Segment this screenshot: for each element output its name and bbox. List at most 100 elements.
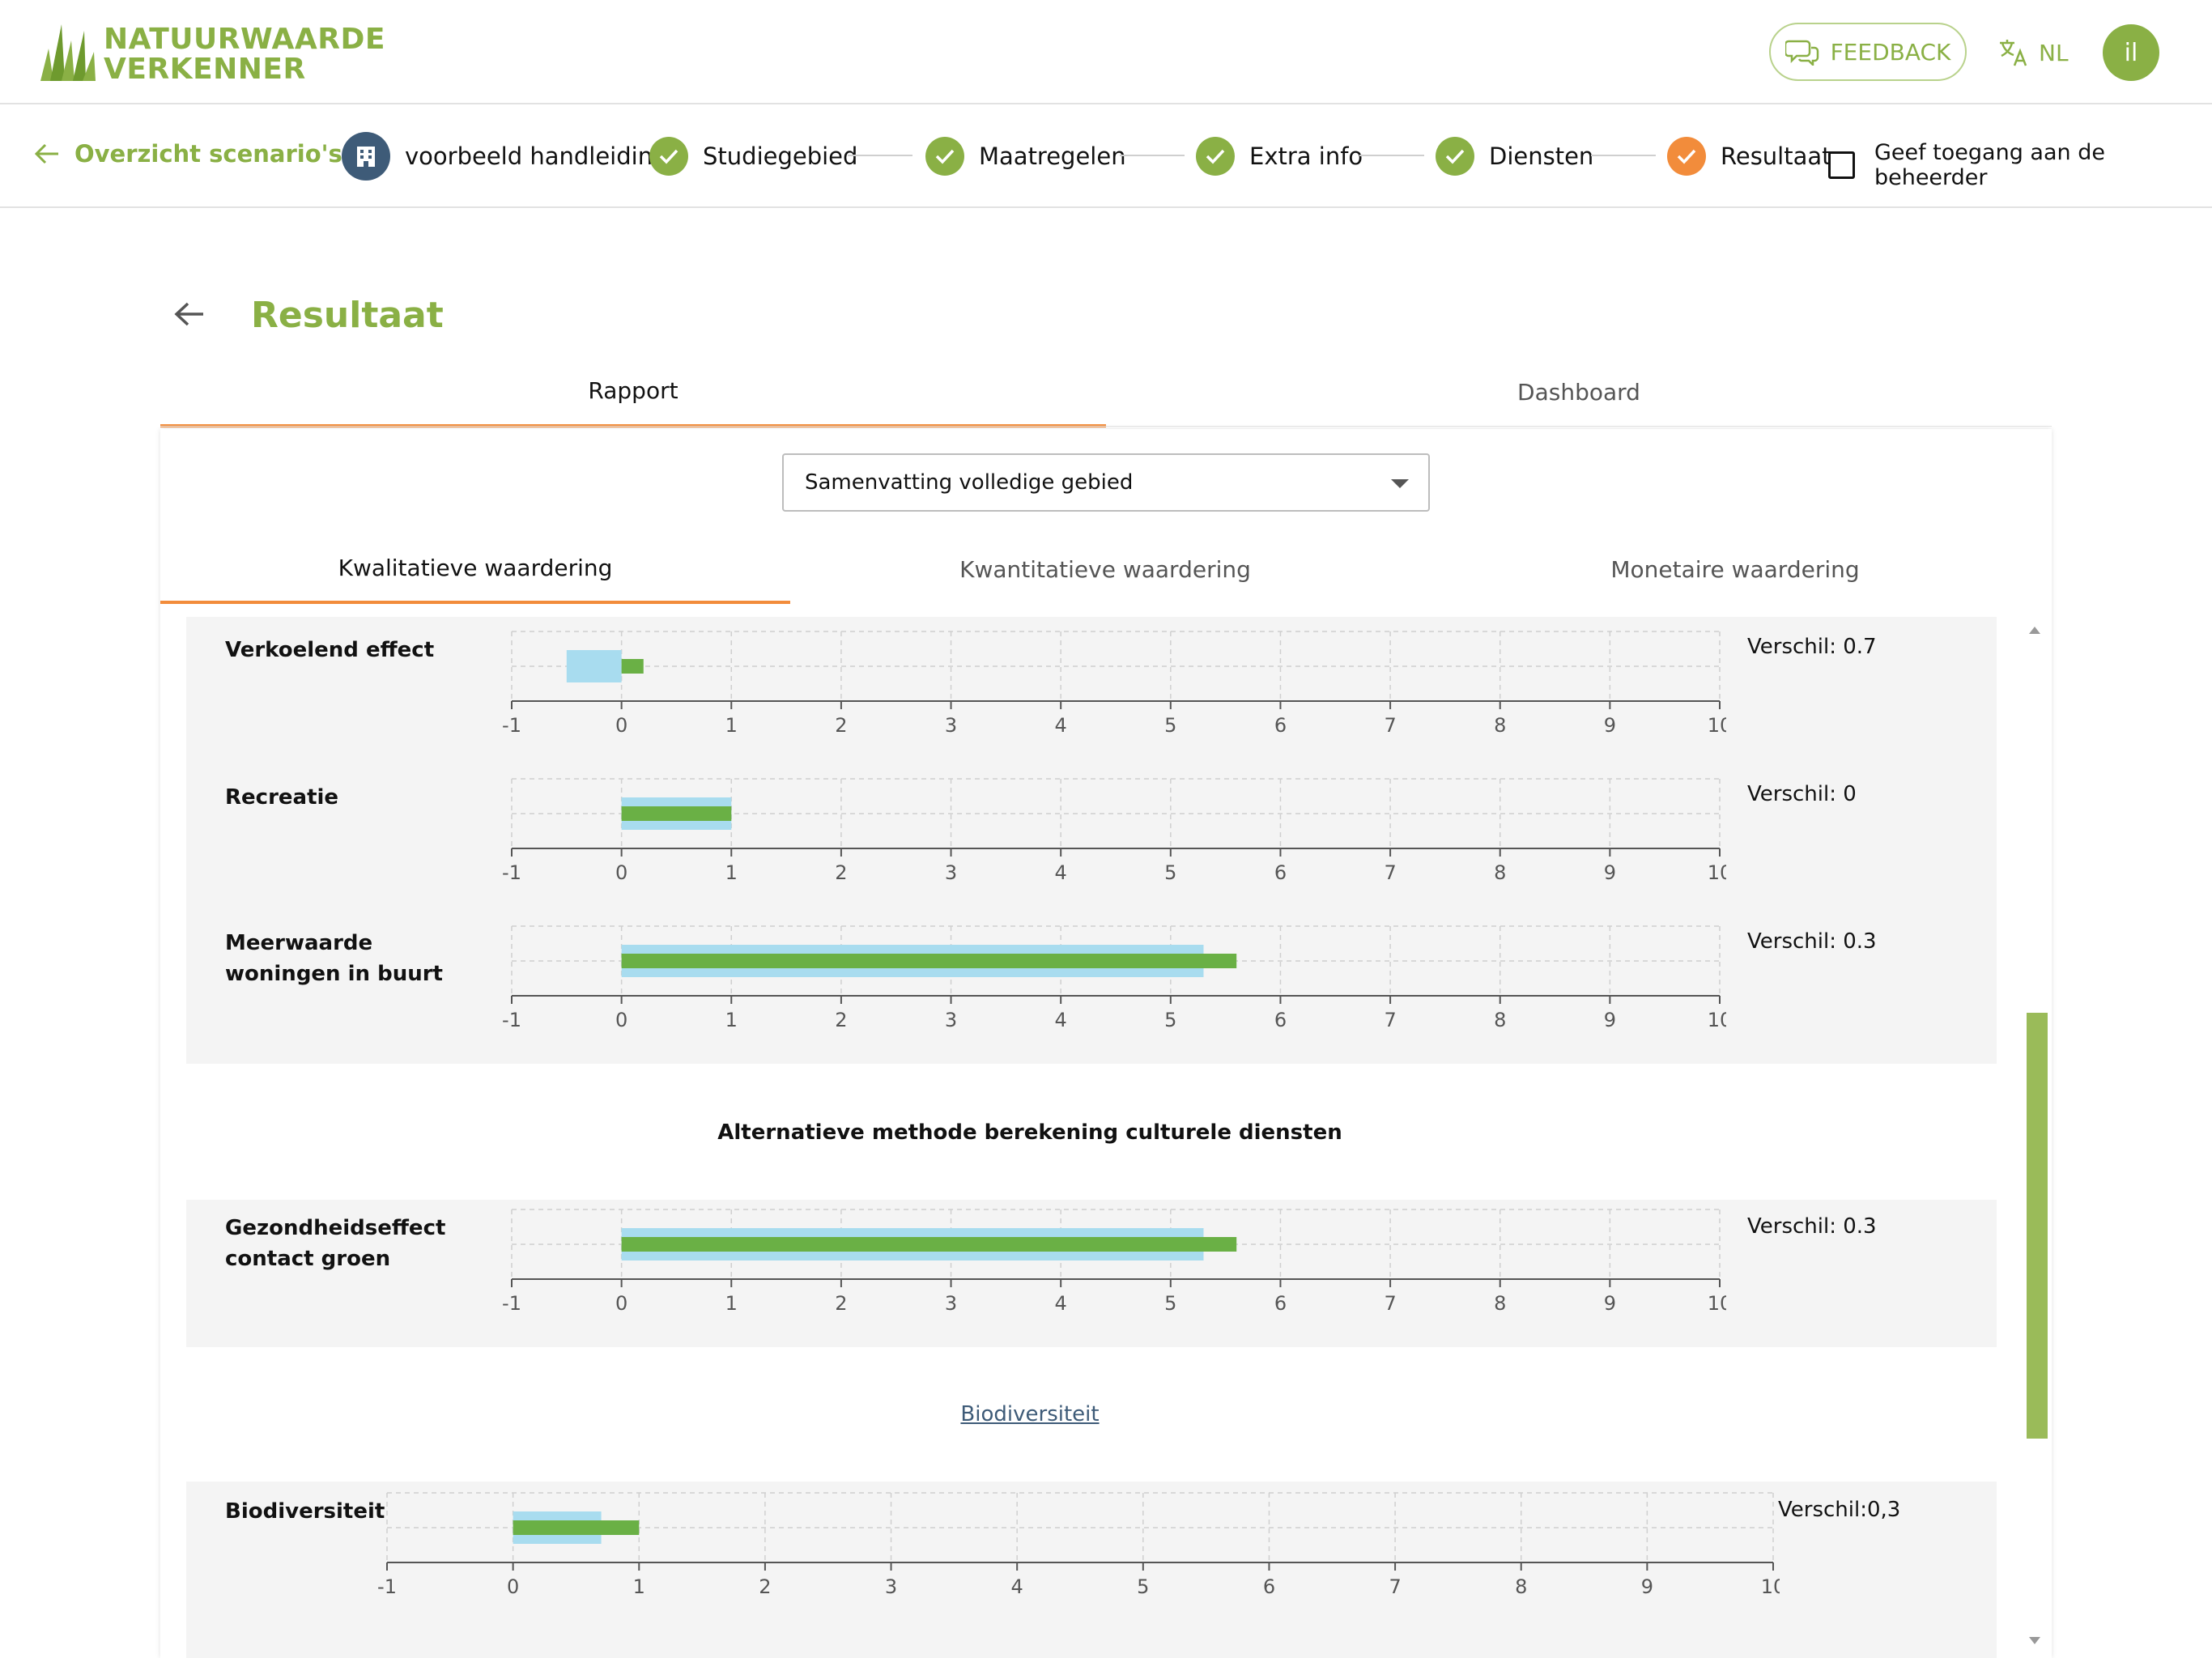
page-title: Resultaat — [251, 295, 444, 336]
chart-group-health: Gezondheidseffect contact groen -1 0 1 2 3 4 5… — [186, 1200, 1997, 1347]
tick-label: 7 — [1384, 714, 1396, 737]
step-label: Diensten — [1489, 142, 1594, 170]
tick-label: 9 — [1641, 1575, 1653, 1598]
tick-label: 10 — [1708, 1009, 1726, 1031]
tick-label: 3 — [945, 1009, 957, 1031]
app-header: NATUURWAARDE VERKENNER FEEDBACK NL il — [0, 0, 2212, 104]
tick-label: 5 — [1164, 861, 1176, 884]
tick-label: 6 — [1274, 861, 1287, 884]
bar-chart-gezondheidseffect: -1 0 1 2 3 4 5 6 7 8 9 10 — [502, 1209, 1726, 1315]
tab-dashboard[interactable]: Dashboard — [1106, 356, 2052, 427]
chart-label: Meerwaarde woningen in buurt — [225, 931, 443, 986]
admin-access-checkbox[interactable] — [1828, 151, 1855, 179]
scroll-down-arrow-icon[interactable] — [2029, 1637, 2040, 1644]
logo-text: NATUURWAARDE VERKENNER — [104, 24, 385, 84]
step-label: Extra info — [1249, 142, 1363, 170]
section-title-alternative-method: Alternatieve methode berekening culturel… — [717, 1120, 1342, 1145]
step-label: Resultaat — [1721, 142, 1831, 170]
tick-label: 0 — [615, 1009, 627, 1031]
tick-label: 3 — [945, 714, 957, 737]
step-label: Studiegebied — [703, 142, 858, 170]
tick-label: 3 — [885, 1575, 897, 1598]
tick-label: 3 — [945, 861, 957, 884]
scenario-name-label: voorbeeld handleiding — [405, 142, 668, 170]
tick-label: 1 — [725, 714, 738, 737]
tab-rapport[interactable]: Rapport — [160, 356, 1106, 427]
check-icon — [1667, 137, 1706, 176]
tick-label: 2 — [835, 714, 847, 737]
tick-label: 2 — [835, 1292, 847, 1315]
scroll-up-arrow-icon[interactable] — [2029, 627, 2040, 634]
back-button[interactable] — [173, 300, 206, 332]
step-diensten[interactable]: Diensten — [1436, 137, 1593, 176]
chart-label: Verkoelend effect — [225, 638, 435, 662]
overview-scenarios-link[interactable]: Overzicht scenario's — [34, 140, 342, 168]
check-icon — [925, 137, 964, 176]
scrollbar-thumb[interactable] — [2027, 1013, 2048, 1439]
tab-kwantitatieve-waardering[interactable]: Kwantitatieve waardering — [790, 534, 1420, 604]
tick-label: 9 — [1604, 861, 1616, 884]
check-icon — [649, 137, 688, 176]
step-connector — [1120, 155, 1185, 156]
tick-label: 9 — [1604, 1292, 1616, 1315]
tab-kwalitatieve-waardering[interactable]: Kwalitatieve waardering — [160, 534, 790, 604]
step-extra-info[interactable]: Extra info — [1196, 137, 1363, 176]
tab-monetaire-waardering[interactable]: Monetaire waardering — [1420, 534, 2050, 604]
chart-difference: Verschil: 0.3 — [1747, 929, 1877, 954]
user-avatar[interactable]: il — [2103, 24, 2159, 81]
language-code: NL — [2039, 39, 2069, 66]
step-resultaat[interactable]: Resultaat — [1667, 137, 1831, 176]
tick-label: 2 — [835, 1009, 847, 1031]
overview-scenarios-label: Overzicht scenario's — [74, 140, 342, 168]
tick-label: 1 — [633, 1575, 645, 1598]
step-connector — [848, 155, 912, 156]
step-label: Maatregelen — [979, 142, 1126, 170]
tick-label: 5 — [1164, 1292, 1176, 1315]
language-switcher[interactable]: NL — [1997, 32, 2069, 73]
feedback-label: FEEDBACK — [1830, 38, 1951, 66]
tick-label: 0 — [507, 1575, 519, 1598]
check-icon — [1436, 137, 1474, 176]
arrow-left-icon — [174, 302, 203, 326]
tick-label: 2 — [835, 861, 847, 884]
bar-before — [566, 650, 622, 682]
tick-label: -1 — [502, 861, 521, 884]
building-icon — [342, 132, 390, 181]
tick-label: 9 — [1604, 1009, 1616, 1031]
chart-label: Recreatie — [225, 785, 339, 810]
bar-after — [621, 659, 644, 674]
tick-label: -1 — [502, 714, 521, 737]
tick-label: 0 — [615, 714, 627, 737]
step-maatregelen[interactable]: Maatregelen — [925, 137, 1126, 176]
scenario-name: voorbeeld handleiding — [342, 132, 668, 181]
area-select[interactable]: Samenvatting volledige gebied — [782, 453, 1430, 512]
tick-label: 7 — [1389, 1575, 1401, 1598]
bar-after — [621, 806, 732, 821]
bar-chart-recreatie: -1 0 1 2 3 4 5 6 7 8 9 10 — [502, 778, 1726, 884]
bar-after — [513, 1520, 640, 1535]
logo-line-2: VERKENNER — [104, 53, 306, 86]
tick-label: 5 — [1137, 1575, 1149, 1598]
chat-bubbles-icon — [1784, 40, 1819, 66]
bar-chart-meerwaarde-woningen: -1 0 1 2 3 4 5 6 7 8 9 10 — [502, 925, 1726, 1031]
tick-label: -1 — [377, 1575, 397, 1598]
chart-group-biodiversity: Biodiversiteit -1 0 1 2 3 4 5 6 7 8 9 10 Verschil:0… — [186, 1482, 1997, 1658]
tick-label: 0 — [615, 861, 627, 884]
tick-label: 2 — [759, 1575, 771, 1598]
caret-down-icon — [1391, 479, 1409, 488]
admin-access-label: Geef toegang aan de beheerder — [1874, 140, 2105, 190]
scenario-stepper: Overzicht scenario's voorbeeld handleidi… — [0, 106, 2212, 208]
admin-access-option[interactable]: Geef toegang aan de beheerder — [1828, 140, 2212, 190]
tick-label: 10 — [1708, 714, 1726, 737]
tick-label: 6 — [1274, 714, 1287, 737]
tick-label: 1 — [725, 1292, 738, 1315]
step-studiegebied[interactable]: Studiegebied — [649, 137, 857, 176]
app-logo[interactable]: NATUURWAARDE VERKENNER — [37, 19, 385, 84]
feedback-button[interactable]: FEEDBACK — [1769, 23, 1967, 81]
tick-label: 5 — [1164, 714, 1176, 737]
tick-label: 3 — [945, 1292, 957, 1315]
tick-label: 4 — [1055, 861, 1067, 884]
biodiversiteit-link[interactable]: Biodiversiteit — [160, 1402, 1899, 1426]
tick-label: 5 — [1164, 1009, 1176, 1031]
tick-label: 4 — [1055, 714, 1067, 737]
